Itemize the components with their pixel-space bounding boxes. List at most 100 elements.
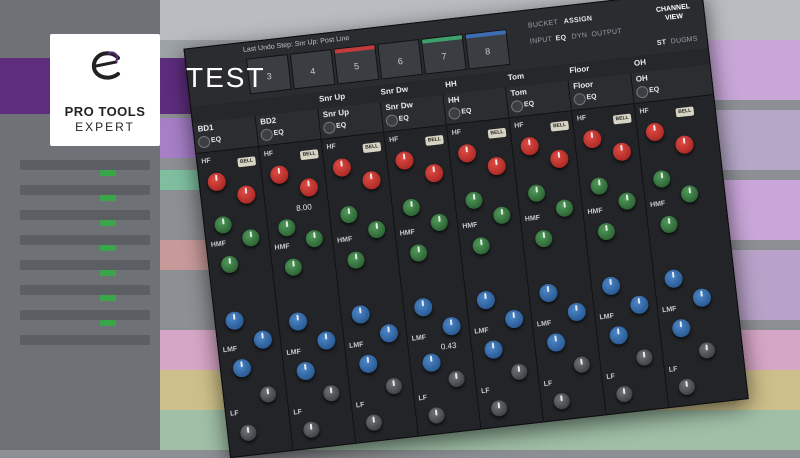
hmf-freq-knob[interactable] — [492, 205, 512, 225]
lmf-q-knob[interactable] — [421, 352, 442, 373]
lmf-freq-knob[interactable] — [566, 301, 587, 322]
lmf-gain-knob[interactable] — [601, 275, 622, 296]
hf-freq-knob[interactable] — [674, 134, 695, 155]
bell-button[interactable]: BELL — [550, 120, 570, 132]
lf-gain-knob[interactable] — [385, 377, 403, 395]
hmf-freq-knob[interactable] — [429, 213, 449, 232]
bell-button[interactable]: BELL — [237, 156, 257, 168]
hmf-freq-knob[interactable] — [304, 229, 324, 249]
bank-slot-8[interactable]: 8 — [464, 29, 511, 70]
lmf-q-knob[interactable] — [546, 332, 567, 353]
power-icon[interactable] — [322, 121, 336, 135]
lf-gain-knob[interactable] — [447, 370, 466, 388]
lmf-q-knob[interactable] — [608, 325, 629, 346]
hf-gain-knob[interactable] — [269, 164, 290, 185]
hmf-q-knob[interactable] — [471, 236, 491, 256]
hf-freq-knob[interactable] — [361, 170, 382, 191]
hmf-freq-knob[interactable] — [367, 220, 387, 239]
hf-freq-knob[interactable] — [486, 156, 507, 176]
hf-gain-knob[interactable] — [206, 171, 227, 192]
lmf-gain-knob[interactable] — [224, 310, 245, 331]
power-icon[interactable] — [447, 106, 462, 121]
hmf-q-knob[interactable] — [220, 254, 240, 274]
assign-button[interactable]: ASSIGN — [563, 15, 592, 25]
lmf-gain-knob[interactable] — [350, 304, 371, 325]
power-icon[interactable] — [573, 92, 587, 106]
bank-slot-7[interactable]: 7 — [420, 34, 467, 75]
bucket-button[interactable]: BUCKET — [528, 19, 559, 29]
hmf-gain-knob[interactable] — [589, 176, 609, 196]
lmf-freq-knob[interactable] — [692, 287, 712, 308]
hmf-freq-knob[interactable] — [555, 198, 574, 218]
tab-oh[interactable]: OH — [634, 58, 647, 68]
hmf-q-knob[interactable] — [534, 229, 554, 249]
dyn-view-button[interactable]: DYN — [571, 32, 587, 41]
tab-tom[interactable]: Tom — [507, 71, 524, 82]
lmf-freq-knob[interactable] — [504, 309, 525, 330]
hf-freq-knob[interactable] — [424, 163, 445, 184]
ms-button[interactable]: MS — [686, 35, 698, 43]
hf-gain-knob[interactable] — [457, 143, 478, 164]
hmf-freq-knob[interactable] — [617, 191, 637, 211]
hmf-gain-knob[interactable] — [277, 218, 297, 238]
bell-button[interactable]: BELL — [362, 142, 382, 154]
hmf-freq-knob[interactable] — [241, 228, 261, 248]
eq-view-button[interactable]: EQ — [555, 34, 566, 42]
bell-button[interactable]: BELL — [425, 134, 444, 146]
tab-snr-up[interactable]: Snr Up — [319, 92, 346, 104]
lf-gain-knob[interactable] — [259, 385, 277, 404]
hmf-gain-knob[interactable] — [527, 183, 546, 203]
lmf-q-knob[interactable] — [232, 358, 252, 379]
hmf-q-knob[interactable] — [659, 215, 679, 234]
bell-button[interactable]: BELL — [299, 149, 319, 161]
bell-button[interactable]: BELL — [675, 106, 695, 118]
input-view-button[interactable]: INPUT — [530, 36, 553, 46]
lmf-gain-knob[interactable] — [538, 283, 559, 303]
lmf-q-knob[interactable] — [358, 353, 379, 374]
lmf-gain-knob[interactable] — [663, 268, 684, 289]
lf-freq-knob[interactable] — [490, 399, 509, 418]
power-icon[interactable] — [197, 135, 211, 149]
hmf-freq-knob[interactable] — [680, 184, 700, 204]
bank-slot-5[interactable]: 5 — [333, 44, 380, 85]
lf-freq-knob[interactable] — [615, 385, 634, 403]
st-button[interactable]: ST — [657, 39, 667, 47]
hmf-q-knob[interactable] — [283, 257, 303, 277]
hf-freq-knob[interactable] — [549, 148, 570, 169]
bell-button[interactable]: BELL — [487, 127, 507, 139]
hmf-q-knob[interactable] — [346, 250, 366, 270]
lmf-freq-knob[interactable] — [629, 294, 650, 315]
lmf-freq-knob[interactable] — [316, 330, 337, 351]
lmf-freq-knob[interactable] — [441, 316, 462, 337]
hf-freq-knob[interactable] — [611, 141, 632, 162]
tab-snr-dw[interactable]: Snr Dw — [380, 85, 408, 97]
hmf-gain-knob[interactable] — [401, 198, 421, 217]
hmf-q-knob[interactable] — [596, 222, 616, 241]
power-icon[interactable] — [260, 128, 274, 142]
hf-gain-knob[interactable] — [644, 121, 665, 142]
lf-freq-knob[interactable] — [552, 392, 571, 411]
hf-gain-knob[interactable] — [582, 129, 603, 150]
lmf-q-knob[interactable] — [671, 318, 692, 339]
lf-freq-knob[interactable] — [365, 413, 383, 432]
output-view-button[interactable]: OUTPUT — [591, 28, 622, 38]
bank-slot-6[interactable]: 6 — [377, 39, 423, 80]
hf-gain-knob[interactable] — [519, 136, 540, 157]
power-icon[interactable] — [635, 85, 649, 99]
channel-view-button[interactable]: CHANNEL VIEW — [651, 2, 697, 25]
dug-button[interactable]: DUG — [670, 37, 687, 46]
hmf-q-knob[interactable] — [409, 243, 428, 263]
lf-freq-knob[interactable] — [678, 378, 696, 396]
lmf-gain-knob[interactable] — [413, 297, 434, 318]
power-icon[interactable] — [385, 113, 399, 128]
power-icon[interactable] — [510, 99, 524, 113]
lmf-q-knob[interactable] — [295, 361, 316, 381]
lmf-freq-knob[interactable] — [379, 323, 399, 344]
lf-freq-knob[interactable] — [302, 420, 321, 439]
lf-freq-knob[interactable] — [427, 406, 446, 425]
hf-freq-knob[interactable] — [236, 184, 257, 205]
bell-button[interactable]: BELL — [612, 113, 632, 125]
lf-freq-knob[interactable] — [239, 424, 258, 442]
lf-gain-knob[interactable] — [572, 355, 591, 374]
lf-gain-knob[interactable] — [698, 341, 716, 360]
